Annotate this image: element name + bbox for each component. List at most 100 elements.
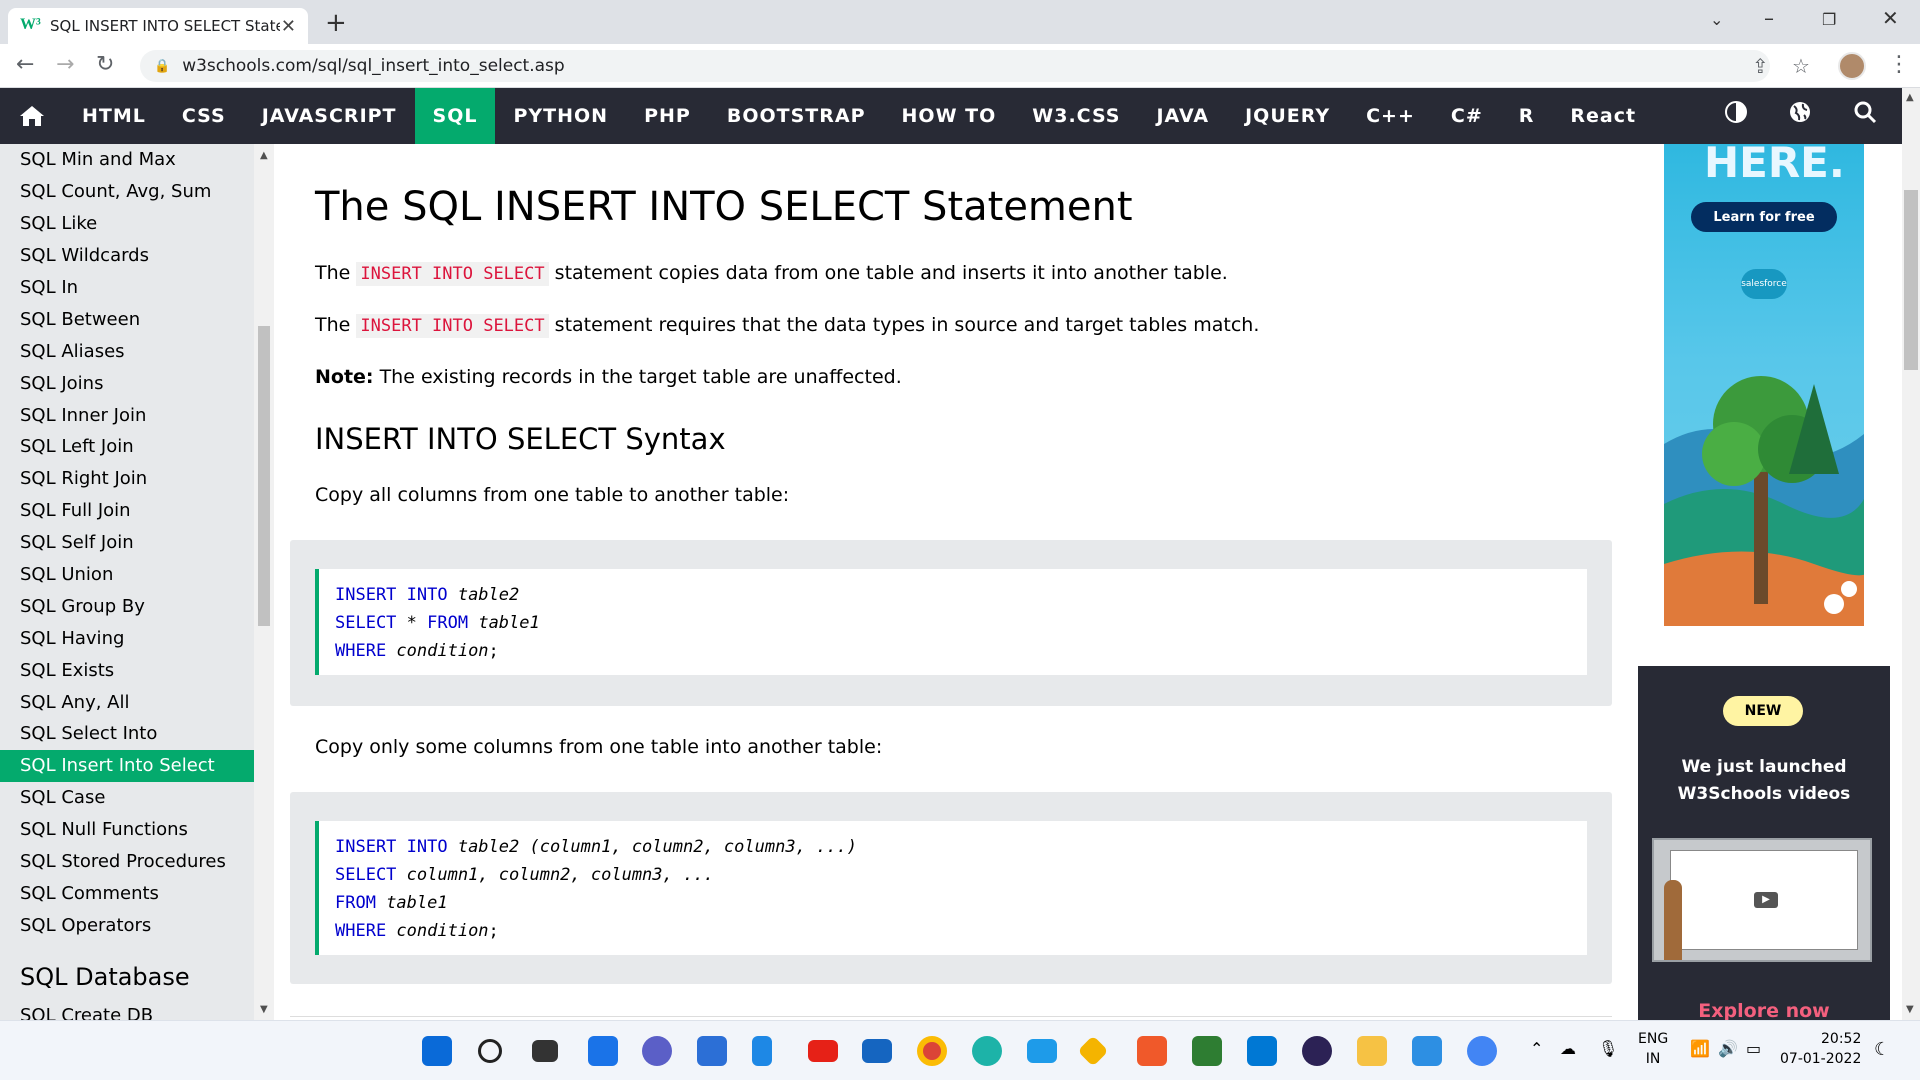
sidebar-item-sql-in[interactable]: SQL In <box>0 272 254 304</box>
sidebar-item-sql-exists[interactable]: SQL Exists <box>0 654 254 686</box>
play-icon[interactable]: ▶ <box>1754 892 1778 908</box>
theme-contrast-icon[interactable] <box>1724 100 1748 128</box>
sidebar-scroll-thumb[interactable] <box>258 326 270 626</box>
topnav-item-r[interactable]: R <box>1501 88 1553 144</box>
notifications-icon[interactable]: ☾ <box>1874 1039 1890 1060</box>
topnav-item-c#[interactable]: C# <box>1433 88 1501 144</box>
chrome-icon[interactable] <box>917 1036 947 1066</box>
topnav-item-jquery[interactable]: JQUERY <box>1227 88 1348 144</box>
tray-overflow-icon[interactable]: ⌃ <box>1530 1039 1543 1058</box>
sidebar-item-sql-having[interactable]: SQL Having <box>0 622 254 654</box>
sidebar-item-sql-inner-join[interactable]: SQL Inner Join <box>0 399 254 431</box>
topnav-item-html[interactable]: HTML <box>64 88 164 144</box>
topnav-item-react[interactable]: React <box>1552 88 1654 144</box>
topnav-item-css[interactable]: CSS <box>164 88 244 144</box>
plus-app-icon[interactable] <box>1192 1036 1222 1066</box>
topnav-item-c++[interactable]: C++ <box>1348 88 1433 144</box>
browser-menu-icon[interactable]: ⋮ <box>1888 52 1910 77</box>
learn-for-free-button[interactable]: Learn for free <box>1691 202 1837 232</box>
topnav-item-bootstrap[interactable]: BOOTSTRAP <box>709 88 884 144</box>
search-icon[interactable] <box>1853 100 1877 128</box>
widgets-icon[interactable] <box>588 1036 618 1066</box>
chat-icon[interactable] <box>642 1036 672 1066</box>
sidebar-item-sql-any-all[interactable]: SQL Any, All <box>0 686 254 718</box>
sidebar-item-sql-stored-procedures[interactable]: SQL Stored Procedures <box>0 846 254 878</box>
photos-icon[interactable] <box>1412 1036 1442 1066</box>
sidebar-item-sql-union[interactable]: SQL Union <box>0 559 254 591</box>
tab-search-icon[interactable]: ⌄ <box>1710 10 1723 29</box>
chrome-active-icon[interactable] <box>1467 1036 1497 1066</box>
scroll-down-arrow-icon[interactable]: ▼ <box>260 1004 268 1015</box>
sublime-icon[interactable] <box>1137 1036 1167 1066</box>
sidebar-item-sql-like[interactable]: SQL Like <box>0 208 254 240</box>
volume-icon[interactable]: 🔊 <box>1718 1039 1738 1058</box>
topnav-item-java[interactable]: JAVA <box>1138 88 1227 144</box>
minimize-icon[interactable]: – <box>1764 6 1774 30</box>
onedrive-icon[interactable]: ☁ <box>1560 1039 1576 1058</box>
sidebar-item-sql-right-join[interactable]: SQL Right Join <box>0 463 254 495</box>
lock-icon[interactable]: 🔒 <box>154 59 170 74</box>
microphone-icon[interactable]: 🎙 <box>1598 1039 1618 1058</box>
sidebar-item-sql-joins[interactable]: SQL Joins <box>0 367 254 399</box>
reload-icon[interactable]: ↻ <box>96 52 114 77</box>
sidebar-item-create-db[interactable]: SQL Create DB <box>0 1005 254 1020</box>
youtube-icon[interactable] <box>808 1040 838 1062</box>
sidebar-item-sql-self-join[interactable]: SQL Self Join <box>0 527 254 559</box>
restore-icon[interactable]: ❐ <box>1822 10 1836 29</box>
video-thumbnail[interactable]: ▶ <box>1652 838 1872 962</box>
sidebar-item-sql-group-by[interactable]: SQL Group By <box>0 590 254 622</box>
sidebar-item-sql-between[interactable]: SQL Between <box>0 303 254 335</box>
sidebar-item-sql-left-join[interactable]: SQL Left Join <box>0 431 254 463</box>
sidebar-item-sql-operators[interactable]: SQL Operators <box>0 909 254 941</box>
language-indicator[interactable]: ENG IN <box>1638 1029 1668 1069</box>
address-bar[interactable]: 🔒 w3schools.com/sql/sql_insert_into_sele… <box>140 50 1770 82</box>
sidebar-item-sql-min-and-max[interactable]: SQL Min and Max <box>0 144 254 176</box>
battery-icon[interactable]: ▭ <box>1746 1039 1761 1058</box>
globe-icon[interactable] <box>1788 100 1812 128</box>
sidebar-item-sql-full-join[interactable]: SQL Full Join <box>0 495 254 527</box>
clock[interactable]: 20:52 07-01-2022 <box>1780 1029 1861 1069</box>
share-icon[interactable]: ⇪ <box>1752 54 1769 78</box>
vscode-icon[interactable] <box>1247 1036 1277 1066</box>
sidebar-item-sql-aliases[interactable]: SQL Aliases <box>0 335 254 367</box>
back-icon[interactable]: ← <box>16 52 34 77</box>
topnav-item-how-to[interactable]: HOW TO <box>884 88 1015 144</box>
remote-desktop-icon[interactable] <box>1027 1039 1057 1063</box>
search-taskbar-icon[interactable] <box>478 1039 502 1063</box>
edge-icon[interactable] <box>972 1036 1002 1066</box>
topnav-item-w3-css[interactable]: W3.CSS <box>1014 88 1138 144</box>
home-icon[interactable] <box>0 88 64 144</box>
wifi-icon[interactable]: 📶 <box>1690 1039 1710 1058</box>
start-icon[interactable] <box>422 1036 452 1066</box>
sidebar-item-sql-case[interactable]: SQL Case <box>0 782 254 814</box>
topnav-item-php[interactable]: PHP <box>626 88 709 144</box>
sidebar-item-sql-count-avg-sum[interactable]: SQL Count, Avg, Sum <box>0 176 254 208</box>
new-tab-icon[interactable]: + <box>325 8 347 38</box>
forward-icon[interactable]: → <box>56 52 74 77</box>
store-icon[interactable] <box>697 1036 727 1066</box>
bookmark-star-icon[interactable]: ☆ <box>1792 54 1810 78</box>
salesforce-ad[interactable]: HERE. Learn for free salesforce <box>1664 144 1864 626</box>
topnav-item-javascript[interactable]: JAVASCRIPT <box>244 88 415 144</box>
topnav-item-python[interactable]: PYTHON <box>495 88 626 144</box>
file-explorer-icon[interactable] <box>1357 1036 1387 1066</box>
w3schools-videos-ad[interactable]: NEW We just launched W3Schools videos ▶ … <box>1638 666 1890 1020</box>
scroll-up-arrow-icon[interactable]: ▲ <box>260 150 268 161</box>
mail-icon[interactable] <box>862 1039 892 1063</box>
sidebar-item-sql-insert-into-select[interactable]: SQL Insert Into Select <box>0 749 254 782</box>
task-view-icon[interactable] <box>532 1040 558 1062</box>
color-app-icon[interactable] <box>1077 1035 1109 1067</box>
sidebar-item-sql-wildcards[interactable]: SQL Wildcards <box>0 240 254 272</box>
eclipse-icon[interactable] <box>1302 1036 1332 1066</box>
phone-icon[interactable] <box>752 1036 772 1066</box>
explore-now-link[interactable]: Explore now <box>1638 1000 1890 1020</box>
page-scroll-down-icon[interactable]: ▼ <box>1906 1004 1914 1015</box>
close-window-icon[interactable]: ✕ <box>1882 6 1899 30</box>
close-tab-icon[interactable]: ✕ <box>281 16 296 37</box>
sidebar-item-sql-comments[interactable]: SQL Comments <box>0 877 254 909</box>
topnav-item-sql[interactable]: SQL <box>414 88 496 144</box>
sidebar-item-sql-select-into[interactable]: SQL Select Into <box>0 718 254 750</box>
page-scroll-up-icon[interactable]: ▲ <box>1906 92 1914 103</box>
profile-avatar[interactable] <box>1838 52 1866 80</box>
browser-tab[interactable]: W³ SQL INSERT INTO SELECT Statem ✕ <box>8 8 308 44</box>
